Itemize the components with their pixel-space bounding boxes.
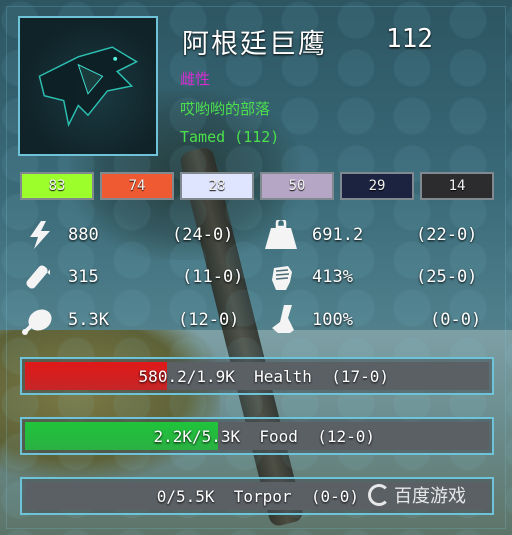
- oxygen-tank-icon: [22, 262, 55, 292]
- health-bar-track: 580.2/1.9K Health (17-0): [25, 362, 489, 390]
- color-region-5: 14: [420, 172, 494, 200]
- food-bar: 2.2K/5.3K Food (12-0): [20, 417, 494, 455]
- food-stat-value: 5.3K: [68, 310, 109, 330]
- weight-value: 691.2: [312, 225, 364, 245]
- color-region-1: 74: [100, 172, 174, 200]
- color-regions: 83 74 28 50 29 14: [20, 172, 494, 200]
- color-region-3: 50: [260, 172, 334, 200]
- color-region-2: 28: [180, 172, 254, 200]
- weight-icon: [264, 217, 298, 250]
- boot-icon: [268, 304, 296, 334]
- creature-portrait: [18, 16, 158, 156]
- food-stat-points: (12-0): [178, 310, 240, 330]
- melee-value: 413%: [312, 267, 353, 287]
- oxygen-value: 315: [68, 267, 99, 287]
- speed-points: (0-0): [430, 310, 482, 330]
- meat-icon: [22, 305, 54, 335]
- lightning-icon: [26, 220, 54, 250]
- creature-tribe: 哎哟哟的部落: [180, 100, 271, 118]
- food-bar-text: 2.2K/5.3K Food (12-0): [153, 426, 375, 446]
- stamina-points: (24-0): [172, 225, 234, 245]
- melee-points: (25-0): [416, 267, 478, 287]
- health-bar: 580.2/1.9K Health (17-0): [20, 357, 494, 395]
- color-region-4: 29: [340, 172, 414, 200]
- argentavis-silhouette-icon: [38, 46, 139, 128]
- creature-gender: 雌性: [180, 70, 211, 88]
- speed-value: 100%: [312, 310, 353, 330]
- oxygen-points: (11-0): [182, 267, 244, 287]
- creature-name: 阿根廷巨鹰: [182, 29, 327, 60]
- food-bar-track: 2.2K/5.3K Food (12-0): [25, 422, 489, 450]
- watermark: 百度游戏: [368, 482, 466, 508]
- stamina-value: 880: [68, 225, 99, 245]
- weight-points: (22-0): [416, 225, 478, 245]
- fist-icon: [268, 262, 296, 292]
- color-region-0: 83: [20, 172, 94, 200]
- tamed-status: Tamed (112): [180, 128, 280, 146]
- watermark-text: 百度游戏: [394, 486, 466, 507]
- health-bar-text: 580.2/1.9K Health (17-0): [138, 366, 389, 386]
- baidu-game-logo-icon: [368, 484, 390, 506]
- creature-level: 112: [386, 24, 433, 54]
